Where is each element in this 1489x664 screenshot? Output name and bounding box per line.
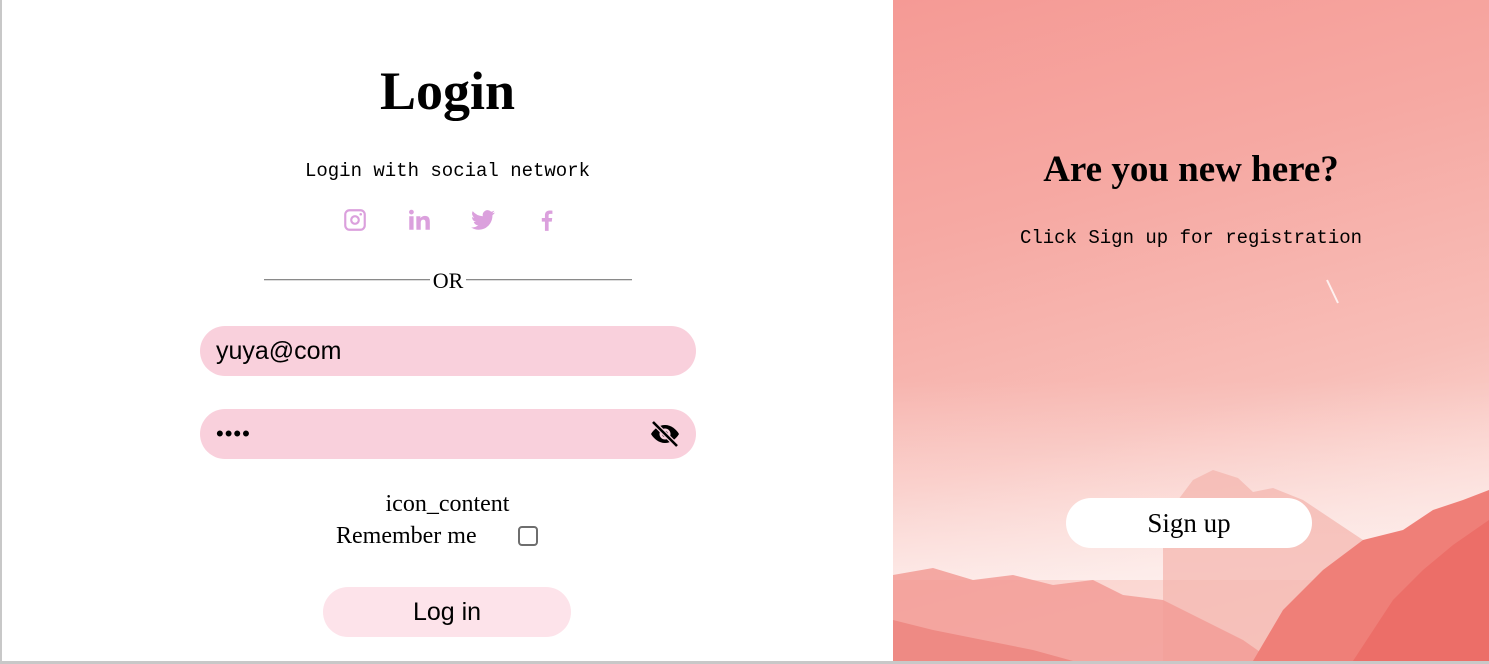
password-field-wrapper (200, 409, 696, 459)
divider-line-left (264, 279, 430, 281)
email-field-wrapper (200, 326, 696, 376)
remember-label: Remember me (336, 523, 477, 549)
or-text: OR (432, 268, 464, 293)
instagram-icon[interactable] (342, 204, 406, 236)
password-field[interactable] (216, 414, 646, 454)
page-title: Login (379, 61, 516, 121)
linkedin-icon[interactable] (406, 204, 470, 236)
signup-subtitle: Click Sign up for registration (1019, 227, 1363, 249)
divider-line-right (466, 279, 632, 281)
login-button[interactable]: Log in (323, 587, 571, 637)
remember-checkbox[interactable] (518, 526, 538, 546)
twitter-icon[interactable] (470, 204, 534, 236)
mountain-background-image (893, 279, 1489, 661)
facebook-icon[interactable] (534, 204, 598, 236)
signup-title: Are you new here? (1043, 149, 1339, 190)
email-field[interactable] (216, 331, 646, 371)
or-divider: OR (264, 268, 632, 296)
social-links (342, 204, 598, 236)
social-login-text: Login with social network (304, 160, 591, 182)
signup-button[interactable]: Sign up (1066, 498, 1312, 548)
eye-slash-icon[interactable] (648, 418, 682, 450)
login-panel: Login Login with social network OR yuya@… (2, 0, 893, 661)
icon-placeholder-text: icon_content (385, 491, 510, 517)
signup-panel: Are you new here? Click Sign up for regi… (893, 0, 1489, 661)
